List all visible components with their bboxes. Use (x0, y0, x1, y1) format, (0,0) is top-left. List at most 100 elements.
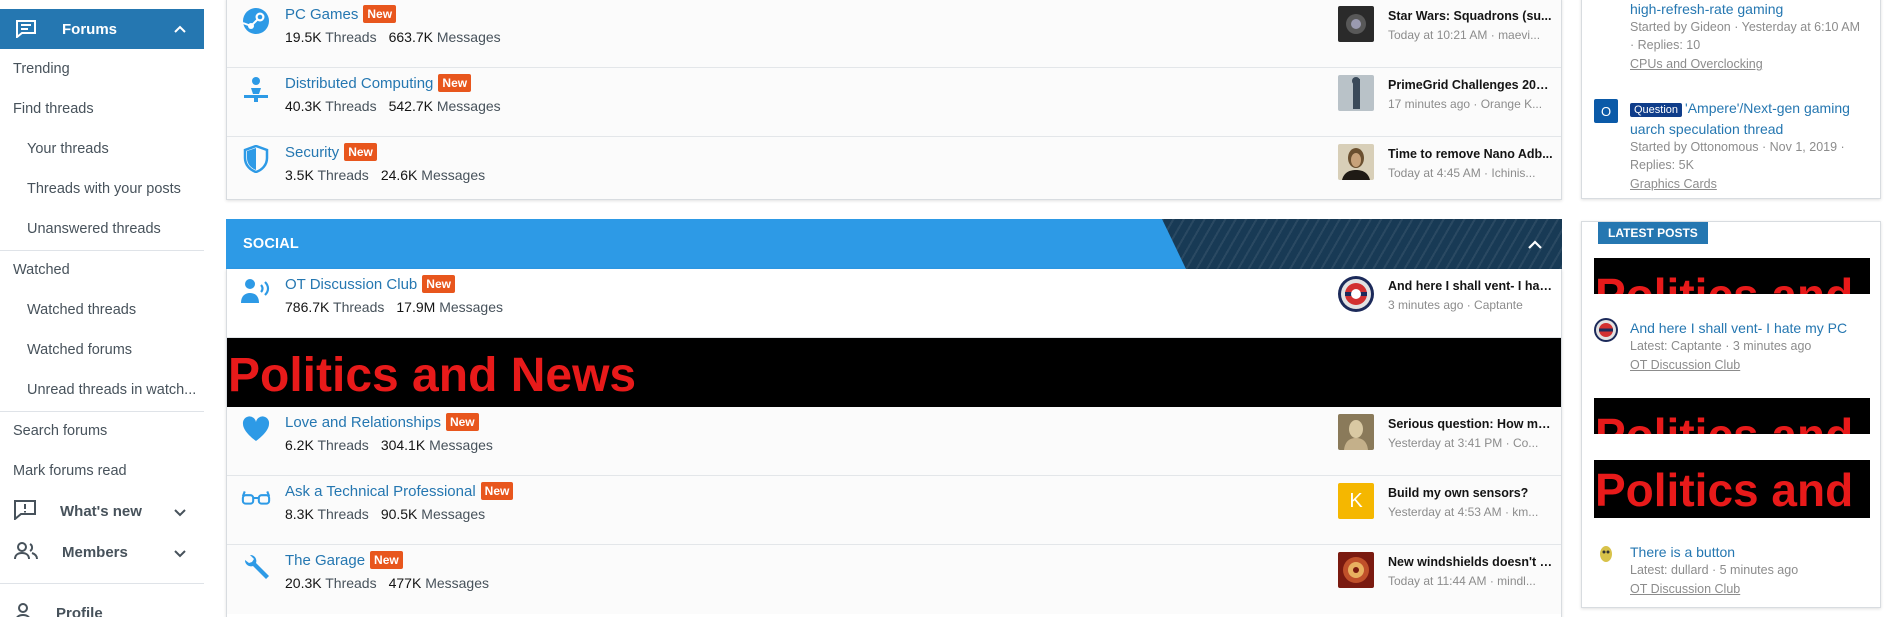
trending-threads-block: high-refresh-rate gaming Started by Gide… (1581, 0, 1881, 199)
messages-label: Messages (421, 167, 486, 183)
messages-count: 663.7K (388, 29, 433, 45)
forum-node-title-row: The Garage New (285, 551, 403, 569)
forum-node-link[interactable]: Distributed Computing (285, 75, 433, 92)
sidebar-item-mark-read[interactable]: Mark forums read (0, 463, 204, 479)
sidebar-item-watched[interactable]: Watched (0, 262, 204, 278)
threads-count: 8.3K (285, 506, 314, 522)
sidebar-item-watched-forums[interactable]: Watched forums (27, 342, 204, 358)
sidebar-members[interactable]: Members (0, 534, 204, 570)
last-post-title[interactable]: Serious question: How ma... (1388, 417, 1553, 431)
avatar[interactable] (1594, 318, 1618, 342)
trending-thread-title-row[interactable]: Question 'Ampere'/Next-gen gaming uarch s… (1630, 99, 1875, 139)
sidebar-item-threads-with-posts[interactable]: Threads with your posts (27, 181, 204, 197)
threads-label: Threads (333, 299, 385, 315)
last-post-title[interactable]: And here I shall vent- I hat... (1388, 279, 1553, 293)
trending-thread-forum[interactable]: CPUs and Overclocking (1630, 57, 1763, 71)
chevron-up-icon (174, 21, 186, 36)
new-badge: New (445, 413, 479, 431)
sidebar-item-label: Watched threads (27, 302, 137, 318)
forum-node-link[interactable]: PC Games (285, 6, 358, 23)
chevron-up-icon[interactable] (1528, 237, 1542, 252)
shield-icon (241, 144, 271, 174)
messages-label: Messages (436, 98, 501, 114)
question-badge: Question (1630, 103, 1683, 117)
banner-text: Politics and News (228, 349, 637, 402)
last-post-meta: Today at 4:45 AM · Ichinis... (1388, 166, 1536, 180)
sidebar-item-search-forums[interactable]: Search forums (0, 423, 204, 439)
messages-label: Messages (436, 29, 501, 45)
sidebar-forums-label: Forums (62, 20, 118, 38)
forum-node-title-row: Security New (285, 143, 377, 161)
forum-node-pc-games: PC Games New 19.5K Threads 663.7K Message… (227, 0, 1561, 68)
politics-banner-small[interactable]: Politics and (1594, 398, 1870, 434)
sidebar-item-unread-watched[interactable]: Unread threads in watch... (27, 382, 204, 398)
sidebar-item-your-threads[interactable]: Your threads (27, 141, 204, 157)
avatar[interactable] (1338, 75, 1374, 111)
last-post-title[interactable]: Time to remove Nano Adb... (1388, 147, 1553, 161)
avatar[interactable] (1338, 144, 1374, 180)
sidebar-item-trending[interactable]: Trending (0, 61, 204, 77)
avatar-letter: O (1600, 103, 1612, 119)
sidebar-divider (0, 583, 204, 584)
latest-post-title[interactable]: And here I shall vent- I hate my PC (1630, 320, 1847, 336)
last-post-meta: 3 minutes ago · Captante (1388, 298, 1523, 312)
forum-node-title-row: OT Discussion Club New (285, 275, 455, 293)
threads-label: Threads (317, 437, 369, 453)
category-title[interactable]: SOCIAL (243, 236, 299, 252)
category-header-social[interactable]: SOCIAL (226, 219, 1562, 269)
last-post-title[interactable]: Star Wars: Squadrons (su... (1388, 9, 1553, 23)
latest-post-forum[interactable]: OT Discussion Club (1630, 582, 1740, 596)
forum-node-link[interactable]: Love and Relationships (285, 414, 441, 431)
last-post-meta: Today at 11:44 AM · mindl... (1388, 574, 1536, 588)
new-badge: New (363, 5, 397, 23)
forum-node-link[interactable]: OT Discussion Club (285, 276, 417, 293)
forums-icon (14, 17, 38, 41)
new-badge: New (344, 143, 377, 161)
last-post-title[interactable]: PrimeGrid Challenges 202... (1388, 78, 1553, 92)
chevron-down-icon (174, 546, 186, 561)
politics-banner-small[interactable]: Politics and (1594, 460, 1870, 518)
messages-label: Messages (421, 506, 486, 522)
latest-posts-block: LATEST POSTS Politics and And here I sha… (1581, 221, 1881, 608)
forum-node-stats: 786.7K Threads 17.9M Messages (285, 299, 503, 315)
avatar[interactable]: O (1594, 99, 1618, 123)
trending-thread-forum[interactable]: Graphics Cards (1630, 177, 1717, 191)
avatar[interactable] (1338, 552, 1374, 588)
threads-count: 19.5K (285, 29, 322, 45)
politics-banner-small[interactable]: Politics and (1594, 258, 1870, 294)
last-post-title[interactable]: Build my own sensors? (1388, 486, 1553, 500)
threads-label: Threads (325, 29, 377, 45)
chevron-down-icon (174, 505, 186, 520)
sidebar-item-label: Search forums (13, 423, 108, 439)
sidebar-item-unanswered[interactable]: Unanswered threads (27, 221, 204, 237)
members-icon (14, 541, 38, 563)
avatar[interactable] (1338, 6, 1374, 42)
latest-posts-header: LATEST POSTS (1598, 222, 1708, 244)
forum-node-link[interactable]: Security (285, 144, 339, 161)
avatar[interactable]: K (1338, 483, 1374, 519)
sidebar: Forums Trending Find threads Your thread… (0, 0, 205, 617)
sidebar-profile[interactable]: Profile (0, 595, 204, 617)
category-header-decoration (1162, 219, 1562, 269)
sidebar-whats-new[interactable]: What's new (0, 493, 204, 529)
politics-news-banner[interactable]: Politics and News (227, 338, 1561, 407)
trending-thread-replies: · Replies: 10 (1630, 38, 1701, 52)
last-post-meta: 17 minutes ago · Orange K... (1388, 97, 1543, 111)
sidebar-item-watched-threads[interactable]: Watched threads (27, 302, 204, 318)
avatar[interactable] (1594, 542, 1618, 566)
profile-label: Profile (56, 604, 103, 617)
threads-label: Threads (317, 167, 369, 183)
forum-node-link[interactable]: The Garage (285, 552, 365, 569)
threads-count: 40.3K (285, 98, 322, 114)
latest-post-title[interactable]: There is a button (1630, 544, 1735, 560)
latest-post-forum[interactable]: OT Discussion Club (1630, 358, 1740, 372)
last-post-title[interactable]: New windshields doesn't c... (1388, 555, 1553, 569)
avatar[interactable] (1338, 276, 1374, 312)
threads-label: Threads (325, 98, 377, 114)
messages-label: Messages (425, 575, 489, 591)
sidebar-item-find-threads[interactable]: Find threads (0, 101, 204, 117)
avatar[interactable] (1338, 414, 1374, 450)
forum-node-link[interactable]: Ask a Technical Professional (285, 483, 476, 500)
sidebar-forums-header[interactable]: Forums (0, 9, 204, 49)
trending-thread-title[interactable]: high-refresh-rate gaming (1630, 1, 1875, 17)
